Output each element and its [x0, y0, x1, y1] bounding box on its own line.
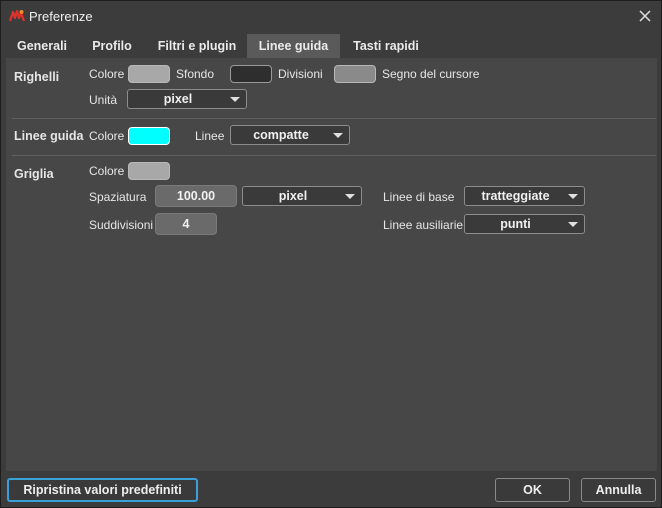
chevron-down-icon [568, 222, 578, 227]
cancel-button[interactable]: Annulla [581, 478, 656, 502]
rulers-color-swatch[interactable] [128, 65, 170, 83]
tab-filters-plugins[interactable]: Filtri e plugin [147, 34, 247, 58]
grid-base-lines-select[interactable]: tratteggiate [464, 186, 585, 206]
tab-guides[interactable]: Linee guida [247, 34, 340, 58]
rulers-unit-label: Unità [89, 93, 118, 107]
guides-color-label: Colore [89, 129, 125, 143]
grid-color-swatch[interactable] [128, 162, 170, 180]
divider [12, 155, 656, 156]
grid-spacing-unit-value: pixel [278, 189, 308, 203]
grid-aux-lines-value: punti [500, 217, 531, 231]
rulers-unit-value: pixel [163, 92, 193, 106]
rulers-cursor-label: Segno del cursore [382, 67, 480, 81]
grid-section-label: Griglia [14, 167, 54, 181]
rulers-background-swatch[interactable] [230, 65, 272, 83]
window-title: Preferenze [29, 9, 93, 24]
rulers-background-label: Sfondo [176, 67, 215, 81]
grid-spacing-input[interactable]: 100.00 [155, 185, 237, 207]
grid-subdivisions-label: Suddivisioni [89, 218, 154, 232]
tab-profile[interactable]: Profilo [81, 34, 143, 58]
grid-aux-lines-select[interactable]: punti [464, 214, 585, 234]
grid-subdivisions-input[interactable]: 4 [155, 213, 217, 235]
grid-base-lines-value: tratteggiate [481, 189, 550, 203]
rulers-section-label: Righelli [14, 70, 60, 84]
chevron-down-icon [333, 133, 343, 138]
divider [12, 118, 656, 119]
rulers-divisions-label: Divisioni [278, 67, 323, 81]
guides-color-swatch[interactable] [128, 127, 170, 145]
rulers-divisions-swatch[interactable] [334, 65, 376, 83]
preferences-dialog: Preferenze Generali Profilo Filtri e plu… [0, 0, 662, 508]
grid-color-label: Colore [89, 164, 125, 178]
app-logo-icon [9, 9, 25, 22]
rulers-unit-select[interactable]: pixel [127, 89, 247, 109]
grid-aux-lines-label: Linee ausiliarie [383, 218, 464, 232]
chevron-down-icon [568, 194, 578, 199]
tab-general[interactable]: Generali [7, 34, 77, 58]
guides-panel: Righelli Colore Sfondo Divisioni Segno d… [6, 58, 657, 471]
tab-shortcuts[interactable]: Tasti rapidi [343, 34, 429, 58]
guides-lines-value: compatte [253, 128, 309, 142]
guides-lines-select[interactable]: compatte [230, 125, 350, 145]
guides-section-label: Linee guida [14, 129, 84, 143]
grid-spacing-unit-select[interactable]: pixel [242, 186, 362, 206]
grid-spacing-label: Spaziatura [89, 190, 147, 204]
grid-base-lines-label: Linee di base [383, 190, 455, 204]
close-icon[interactable] [637, 8, 653, 24]
reset-defaults-button[interactable]: Ripristina valori predefiniti [7, 478, 198, 502]
rulers-color-label: Colore [89, 67, 125, 81]
chevron-down-icon [345, 194, 355, 199]
chevron-down-icon [230, 97, 240, 102]
title-bar: Preferenze [1, 1, 661, 31]
guides-lines-label: Linee [195, 129, 225, 143]
ok-button[interactable]: OK [495, 478, 570, 502]
